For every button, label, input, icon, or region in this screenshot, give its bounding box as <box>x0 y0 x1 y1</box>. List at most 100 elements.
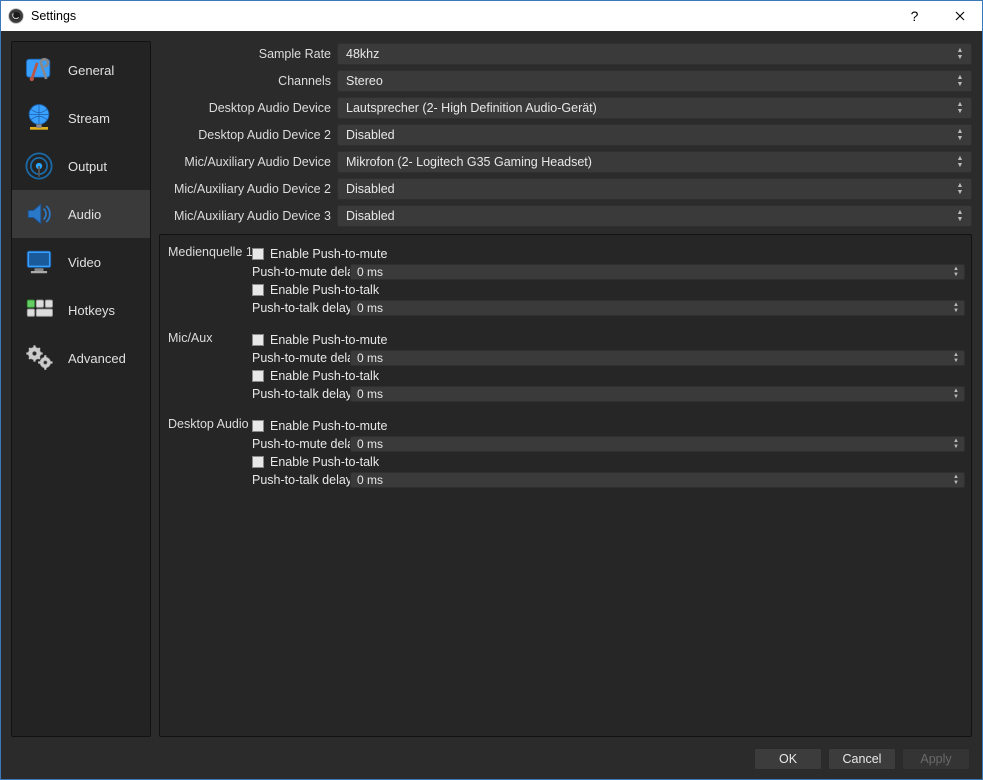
ptm-delay-label: Push-to-mute delay <box>252 437 346 451</box>
ptt-label: Enable Push-to-talk <box>270 369 379 383</box>
ptm-checkbox[interactable] <box>252 420 264 432</box>
ok-button[interactable]: OK <box>754 748 822 770</box>
dropdown-value: 48khz <box>346 47 379 61</box>
sidebar-item-label: Video <box>68 255 101 270</box>
push-groups-frame: Medienquelle 1 Enable Push-to-mute Push-… <box>159 234 972 737</box>
field-label: Mic/Auxiliary Audio Device 2 <box>159 182 331 196</box>
content-pane: Sample Rate 48khz ▲▼ Channels Stereo ▲▼ <box>159 41 972 737</box>
sidebar-item-output[interactable]: Output <box>12 142 150 190</box>
updown-arrows-icon: ▲▼ <box>950 437 962 451</box>
ptm-delay-label: Push-to-mute delay <box>252 265 346 279</box>
ptm-checkbox-row: Enable Push-to-mute <box>252 331 965 349</box>
dialog-footer: OK Cancel Apply <box>11 745 972 773</box>
field-row-channels: Channels Stereo ▲▼ <box>159 68 972 93</box>
ptt-checkbox-row: Enable Push-to-talk <box>252 281 965 299</box>
push-group-desktop-audio: Desktop Audio Enable Push-to-mute Push-t… <box>168 417 965 489</box>
screwdriver-wrench-icon <box>20 51 58 89</box>
updown-arrows-icon: ▲▼ <box>950 265 962 279</box>
monitor-icon <box>20 243 58 281</box>
sidebar-item-video[interactable]: Video <box>12 238 150 286</box>
ptt-checkbox[interactable] <box>252 284 264 296</box>
ptt-checkbox[interactable] <box>252 370 264 382</box>
field-label: Mic/Auxiliary Audio Device 3 <box>159 209 331 223</box>
sidebar-item-general[interactable]: General <box>12 46 150 94</box>
help-button[interactable]: ? <box>892 1 937 31</box>
spinbox-value: 0 ms <box>357 387 383 401</box>
ptt-delay-row: Push-to-talk delay 0 ms ▲▼ <box>252 385 965 403</box>
push-group-title: Mic/Aux <box>168 331 248 403</box>
sidebar-item-label: Audio <box>68 207 101 222</box>
close-button[interactable] <box>937 1 982 31</box>
dropdown-value: Mikrofon (2- Logitech G35 Gaming Headset… <box>346 155 592 169</box>
ptt-checkbox-row: Enable Push-to-talk <box>252 367 965 385</box>
updown-arrows-icon: ▲▼ <box>953 125 967 145</box>
sidebar-item-audio[interactable]: Audio <box>12 190 150 238</box>
speaker-icon <box>20 195 58 233</box>
updown-arrows-icon: ▲▼ <box>950 473 962 487</box>
mic-aux-2-dropdown[interactable]: Disabled ▲▼ <box>337 178 972 200</box>
ptt-label: Enable Push-to-talk <box>270 283 379 297</box>
ptm-delay-spinbox[interactable]: 0 ms ▲▼ <box>350 264 965 280</box>
field-row-mic-aux-2: Mic/Auxiliary Audio Device 2 Disabled ▲▼ <box>159 176 972 201</box>
spinbox-value: 0 ms <box>357 301 383 315</box>
updown-arrows-icon: ▲▼ <box>953 152 967 172</box>
ptt-delay-row: Push-to-talk delay 0 ms ▲▼ <box>252 471 965 489</box>
dropdown-value: Stereo <box>346 74 383 88</box>
ptm-checkbox-row: Enable Push-to-mute <box>252 417 965 435</box>
gears-icon <box>20 339 58 377</box>
ptt-delay-label: Push-to-talk delay <box>252 387 346 401</box>
desktop-audio-2-dropdown[interactable]: Disabled ▲▼ <box>337 124 972 146</box>
cancel-button[interactable]: Cancel <box>828 748 896 770</box>
ptm-label: Enable Push-to-mute <box>270 333 387 347</box>
field-label: Channels <box>159 74 331 88</box>
ptm-checkbox[interactable] <box>252 334 264 346</box>
ptm-checkbox-row: Enable Push-to-mute <box>252 245 965 263</box>
push-group-medienquelle-1: Medienquelle 1 Enable Push-to-mute Push-… <box>168 245 965 317</box>
ptt-label: Enable Push-to-talk <box>270 455 379 469</box>
ptm-delay-spinbox[interactable]: 0 ms ▲▼ <box>350 350 965 366</box>
dropdown-value: Lautsprecher (2- High Definition Audio-G… <box>346 101 597 115</box>
updown-arrows-icon: ▲▼ <box>950 301 962 315</box>
mic-aux-dropdown[interactable]: Mikrofon (2- Logitech G35 Gaming Headset… <box>337 151 972 173</box>
keyboard-keys-icon <box>20 291 58 329</box>
dropdown-value: Disabled <box>346 182 395 196</box>
titlebar: Settings ? <box>1 1 982 31</box>
window-title: Settings <box>31 9 892 23</box>
ptm-checkbox[interactable] <box>252 248 264 260</box>
mic-aux-3-dropdown[interactable]: Disabled ▲▼ <box>337 205 972 227</box>
ptt-checkbox[interactable] <box>252 456 264 468</box>
dropdown-value: Disabled <box>346 209 395 223</box>
spinbox-value: 0 ms <box>357 473 383 487</box>
ptm-delay-row: Push-to-mute delay 0 ms ▲▼ <box>252 263 965 281</box>
sidebar-item-stream[interactable]: Stream <box>12 94 150 142</box>
sidebar-item-label: Output <box>68 159 107 174</box>
apply-button[interactable]: Apply <box>902 748 970 770</box>
ptm-label: Enable Push-to-mute <box>270 419 387 433</box>
ptm-delay-label: Push-to-mute delay <box>252 351 346 365</box>
field-label: Desktop Audio Device 2 <box>159 128 331 142</box>
ptt-delay-spinbox[interactable]: 0 ms ▲▼ <box>350 386 965 402</box>
sidebar: General Stream <box>11 41 151 737</box>
field-label: Mic/Auxiliary Audio Device <box>159 155 331 169</box>
channels-dropdown[interactable]: Stereo ▲▼ <box>337 70 972 92</box>
obs-icon <box>7 7 25 25</box>
sample-rate-dropdown[interactable]: 48khz ▲▼ <box>337 43 972 65</box>
ptt-delay-spinbox[interactable]: 0 ms ▲▼ <box>350 472 965 488</box>
updown-arrows-icon: ▲▼ <box>950 387 962 401</box>
sidebar-item-label: Stream <box>68 111 110 126</box>
dropdown-value: Disabled <box>346 128 395 142</box>
desktop-audio-dropdown[interactable]: Lautsprecher (2- High Definition Audio-G… <box>337 97 972 119</box>
sidebar-item-hotkeys[interactable]: Hotkeys <box>12 286 150 334</box>
field-label: Sample Rate <box>159 47 331 61</box>
sidebar-item-advanced[interactable]: Advanced <box>12 334 150 382</box>
ptm-label: Enable Push-to-mute <box>270 247 387 261</box>
ptm-delay-spinbox[interactable]: 0 ms ▲▼ <box>350 436 965 452</box>
ptt-delay-spinbox[interactable]: 0 ms ▲▼ <box>350 300 965 316</box>
spinbox-value: 0 ms <box>357 351 383 365</box>
push-group-title: Desktop Audio <box>168 417 248 489</box>
field-row-desktop-audio-2: Desktop Audio Device 2 Disabled ▲▼ <box>159 122 972 147</box>
ptt-checkbox-row: Enable Push-to-talk <box>252 453 965 471</box>
settings-window: Settings ? <box>0 0 983 780</box>
updown-arrows-icon: ▲▼ <box>950 351 962 365</box>
updown-arrows-icon: ▲▼ <box>953 179 967 199</box>
